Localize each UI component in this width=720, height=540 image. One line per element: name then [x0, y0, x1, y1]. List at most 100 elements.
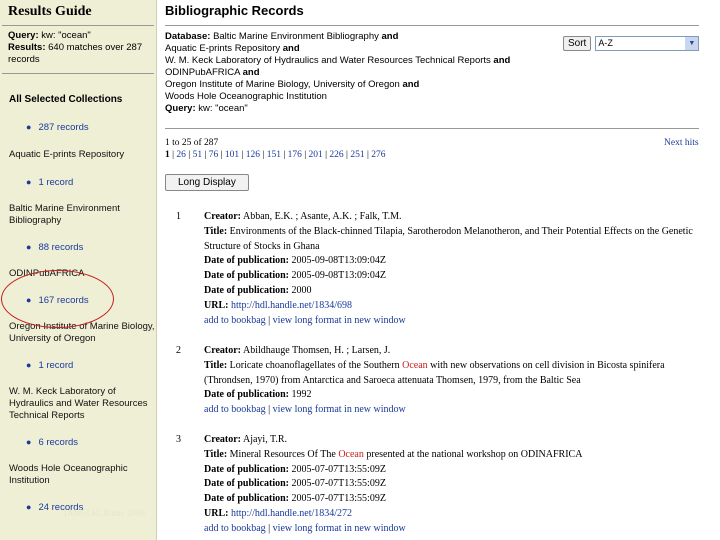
- sort-order-select[interactable]: A-Z ▼: [595, 35, 700, 51]
- add-to-bookbag-link[interactable]: add to bookbag: [204, 523, 266, 534]
- collection-link[interactable]: ● 1 record: [0, 177, 156, 188]
- page-link[interactable]: 176: [288, 150, 302, 160]
- database-name: Woods Hole Oceanographic Institution: [165, 91, 327, 102]
- url-link[interactable]: http://hdl.handle.net/1834/272: [231, 508, 352, 519]
- main-query-value: kw: "ocean": [198, 103, 248, 114]
- url-label: URL:: [204, 507, 229, 519]
- sort-selected-value: A-Z: [598, 37, 613, 48]
- collection-count[interactable]: 1 record: [38, 360, 73, 371]
- record-url: URL: http://hdl.handle.net/1834/698: [204, 299, 701, 314]
- creator-label: Creator:: [204, 211, 242, 222]
- bullet-icon: ●: [26, 177, 32, 187]
- annotation-circle: [1, 270, 114, 328]
- database-name: Baltic Marine Environment Bibliography: [213, 31, 379, 42]
- next-hits-link[interactable]: Next hits: [664, 138, 699, 148]
- separator: |: [268, 314, 271, 326]
- database-block: Database: Baltic Marine Environment Bibl…: [165, 31, 510, 115]
- page-link[interactable]: 51: [193, 150, 203, 160]
- database-line: ODINPubAFRICA and: [165, 67, 510, 79]
- database-line: Aquatic E-prints Repository and: [165, 43, 510, 55]
- view-long-format-link[interactable]: view long format in new window: [273, 315, 406, 326]
- record-date: Date of publication: 1992: [204, 388, 701, 403]
- page-link[interactable]: 126: [246, 150, 260, 160]
- chevron-down-icon[interactable]: ▼: [685, 36, 699, 50]
- page-link[interactable]: 151: [267, 150, 281, 160]
- collection-link[interactable]: ● 88 records: [0, 242, 156, 253]
- date-label: Date of publication:: [204, 493, 289, 505]
- creator-label: Creator:: [204, 345, 242, 356]
- url-label: URL:: [204, 299, 229, 311]
- sidebar-results: Results: 640 matches over 287 records: [0, 42, 156, 66]
- highlighted-term: Ocean: [402, 359, 428, 371]
- title-label: Title:: [204, 225, 228, 237]
- date-value: 2005-07-07T13:55:09Z: [291, 478, 386, 490]
- database-label: Database:: [165, 31, 211, 42]
- result-range: 1 to 25 of 287 1 | 26 | 51 | 76 | 101 | …: [165, 137, 385, 161]
- collection-link[interactable]: ● 6 records: [0, 437, 156, 448]
- page-link[interactable]: 101: [225, 150, 239, 160]
- url-link[interactable]: http://hdl.handle.net/1834/698: [231, 300, 352, 311]
- collection-count[interactable]: 88 records: [38, 242, 83, 253]
- record-actions: add to bookbag | view long format in new…: [204, 522, 701, 537]
- collection-count[interactable]: 6 records: [38, 437, 78, 448]
- collection-link[interactable]: ● 1 record: [0, 360, 156, 371]
- sidebar-divider: [2, 25, 154, 26]
- collection-name: W. M. Keck Laboratory of Hydraulics and …: [9, 386, 148, 421]
- date-label: Date of publication:: [204, 284, 289, 296]
- record-date: Date of publication: 2005-07-07T13:55:09…: [204, 492, 701, 507]
- record-creator: Creator: Ajayi, T.R.: [204, 433, 701, 448]
- date-value: 2005-07-07T13:55:09Z: [291, 493, 386, 505]
- page-link[interactable]: 276: [371, 150, 385, 160]
- page-link[interactable]: 251: [350, 150, 364, 160]
- view-long-format-link[interactable]: view long format in new window: [273, 523, 406, 534]
- database-line: Woods Hole Oceanographic Institution: [165, 91, 510, 103]
- database-line: Oregon Institute of Marine Biology, Univ…: [165, 79, 510, 91]
- page-link[interactable]: 76: [209, 150, 219, 160]
- page-link[interactable]: 26: [176, 150, 186, 160]
- title-text: presented at the national workshop on OD…: [363, 448, 583, 460]
- database-line: W. M. Keck Laboratory of Hydraulics and …: [165, 55, 510, 67]
- main-query-line: Query: kw: "ocean": [165, 103, 510, 115]
- query-divider: [165, 128, 699, 129]
- add-to-bookbag-link[interactable]: add to bookbag: [204, 404, 266, 415]
- sidebar-results-label: Results:: [8, 42, 46, 53]
- record-date: Date of publication: 2005-09-08T13:09:04…: [204, 269, 701, 284]
- date-label: Date of publication:: [204, 270, 289, 282]
- add-to-bookbag-link[interactable]: add to bookbag: [204, 315, 266, 326]
- record-date: Date of publication: 2005-07-07T13:55:09…: [204, 477, 701, 492]
- collection-count[interactable]: 287 records: [38, 122, 88, 133]
- page-title: Bibliographic Records: [165, 3, 304, 18]
- database-conj: and: [493, 55, 511, 66]
- bullet-icon: ●: [26, 360, 32, 370]
- record-date: Date of publication: 2000: [204, 284, 701, 299]
- current-page: 1: [165, 150, 170, 160]
- sidebar-query: Query: kw: "ocean": [0, 30, 156, 42]
- record-number: 2: [176, 345, 181, 356]
- creator-value: Ajayi, T.R.: [242, 434, 288, 445]
- date-value: 2005-09-08T13:09:04Z: [291, 270, 386, 282]
- sidebar-divider: [2, 73, 154, 74]
- date-value: 2005-09-08T13:09:04Z: [291, 255, 386, 267]
- database-name: Aquatic E-prints Repository: [165, 43, 281, 54]
- page-link[interactable]: 226: [329, 150, 343, 160]
- bullet-icon: ●: [26, 437, 32, 447]
- record-date: Date of publication: 2005-09-08T13:09:04…: [204, 254, 701, 269]
- date-label: Date of publication:: [204, 255, 289, 267]
- collection-count[interactable]: 1 record: [38, 177, 73, 188]
- sort-button[interactable]: Sort: [563, 35, 592, 51]
- date-label: Date of publication:: [204, 463, 289, 475]
- record-title: Title: Loricate choanoflagellates of the…: [204, 359, 701, 389]
- date-label: Date of publication:: [204, 478, 289, 490]
- view-long-format-link[interactable]: view long format in new window: [273, 404, 406, 415]
- record-number: 1: [176, 211, 181, 222]
- database-line: Database: Baltic Marine Environment Bibl…: [165, 31, 510, 43]
- title-text: Loricate choanoflagellates of the Southe…: [229, 359, 403, 371]
- page-link[interactable]: 201: [309, 150, 323, 160]
- record-body: Creator: Abildhauge Thomsen, H. ; Larsen…: [204, 344, 701, 418]
- record-body: Creator: Abban, E.K. ; Asante, A.K. ; Fa…: [204, 210, 701, 328]
- sidebar-query-label: Query:: [8, 30, 39, 41]
- long-display-button[interactable]: Long Display: [165, 174, 249, 191]
- range-text: 1 to 25 of 287: [165, 138, 219, 148]
- all-collections-link[interactable]: ● 287 records: [0, 122, 156, 133]
- creator-value: Abildhauge Thomsen, H. ; Larsen, J.: [242, 345, 391, 356]
